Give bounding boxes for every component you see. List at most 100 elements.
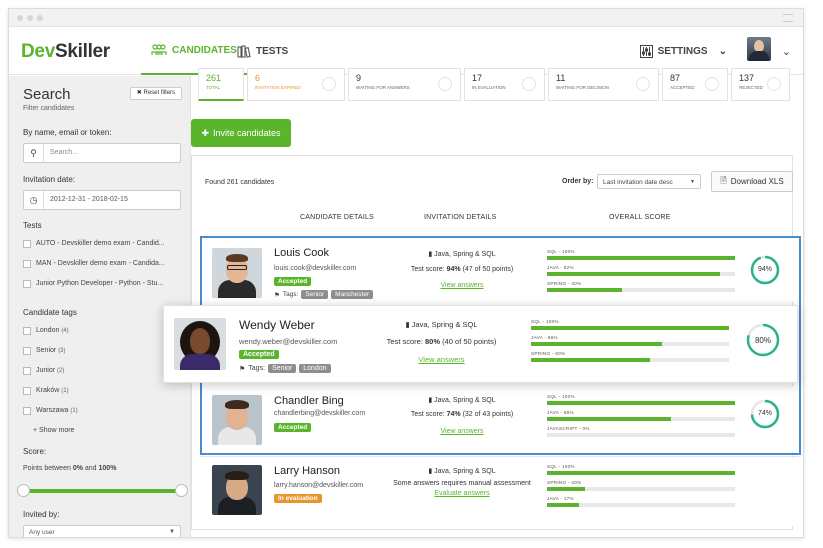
overall-score-text: 80% [754, 336, 771, 345]
col-candidate-details: CANDIDATE DETAILS [300, 214, 374, 221]
tag-checkbox-label: Senior (3) [36, 347, 66, 354]
skill-bar [547, 503, 735, 507]
test-checkbox[interactable] [23, 260, 31, 268]
candidate-tags-label: Candidate tags [23, 308, 77, 317]
status-waiting-for-answers[interactable]: 9 WAITING FOR ANSWERS [348, 68, 461, 101]
evaluation-icon [522, 77, 536, 91]
skill-bar-fill [547, 487, 585, 491]
invited-by-select[interactable]: Any user ▼ [23, 525, 181, 537]
score-slider-min-handle[interactable] [17, 484, 30, 497]
candidate-name[interactable]: Wendy Weber [239, 318, 315, 332]
skill-bar-fill [531, 342, 662, 346]
test-name: ▮ Java, Spring & SQL [428, 468, 496, 475]
skill-label: SPRING - 20% [547, 480, 582, 485]
devskiller-logo[interactable]: DevSkiller [21, 41, 110, 63]
candidate-name[interactable]: Larry Hanson [274, 465, 340, 477]
tag-checkbox[interactable] [23, 347, 31, 355]
search-placeholder: Search... [50, 149, 79, 156]
status-badge: Accepted [239, 350, 279, 359]
tag-checkbox[interactable] [23, 327, 31, 335]
score-slider-track[interactable] [23, 489, 183, 493]
skill-bar [547, 471, 735, 475]
clock-icon: ◷ [24, 191, 44, 209]
tag-checkbox[interactable] [23, 407, 31, 415]
accepted-icon [705, 77, 719, 91]
order-by-select[interactable]: Last invitation date desc ▼ [597, 174, 701, 189]
add-user-icon: ✚ [201, 127, 209, 138]
reset-filters-label: Reset filters [143, 90, 176, 96]
tag-checkbox-label: London (4) [36, 327, 69, 334]
window-menu-icon[interactable] [783, 14, 793, 22]
settings-sliders-icon [639, 45, 653, 58]
status-in-evaluation[interactable]: 17 IN EVALUATION [464, 68, 545, 101]
test-checkbox-label: Junior Python Developer - Python - Stu..… [36, 280, 164, 287]
tests-filter-label: Tests [23, 221, 42, 230]
logo-skiller-text: Skiller [54, 41, 110, 62]
logo-dev-text: Dev [21, 41, 55, 62]
nav-tab-candidates-label: CANDIDATES [172, 44, 237, 56]
status-rejected[interactable]: 137 REJECTED [731, 68, 790, 101]
skill-bar [531, 342, 729, 346]
date-range-input[interactable]: ◷ 2012-12-31 - 2018-02-15 [23, 190, 181, 210]
close-icon: ✖ [136, 90, 144, 96]
candidate-tags: ⚑ Tags: Senior London [239, 364, 331, 373]
tag-checkbox-label: Kraków (1) [36, 387, 69, 394]
col-overall-score: OVERALL SCORE [609, 214, 671, 221]
status-accepted[interactable]: 87 ACCEPTED [662, 68, 728, 101]
decision-icon [636, 77, 650, 91]
window-dot [37, 15, 43, 21]
tag-checkbox-label: Warszawa (1) [36, 407, 78, 414]
candidate-row-popout[interactable]: Wendy Weber wendy.weber@devskiller.com A… [163, 305, 798, 383]
date-filter-label: Invitation date: [23, 175, 76, 184]
invited-by-label: Invited by: [23, 510, 60, 519]
candidate-row[interactable]: Larry Hanson larry.hanson@devskiller.com… [202, 458, 799, 526]
tag-chip[interactable]: London [299, 364, 331, 373]
test-score: Test score: 80% (40 of 50 points) [386, 337, 497, 346]
skill-label: SQL - 100% [547, 464, 575, 469]
user-avatar[interactable] [747, 37, 771, 61]
candidate-photo [174, 318, 226, 370]
test-checkbox[interactable] [23, 280, 31, 288]
status-invitation-expired[interactable]: 6 INVITATION EXPIRED [247, 68, 345, 101]
tag-checkbox[interactable] [23, 387, 31, 395]
dropdown-arrow-icon: ▼ [690, 179, 695, 185]
skill-bars: SQL - 100% SPRING - 20% JAVA - 17% [547, 464, 735, 512]
tag-icon: ⚑ [239, 365, 246, 373]
date-range-value: 2012-12-31 - 2018-02-15 [50, 196, 128, 203]
skill-bar-fill [547, 471, 735, 475]
test-checkbox-label: AUTO - Devskiller demo exam - Candid... [36, 240, 165, 247]
candidates-icon [151, 44, 167, 55]
test-checkbox[interactable] [23, 240, 31, 248]
reset-filters-button[interactable]: ✖ Reset filters [130, 87, 182, 100]
tag-chip[interactable]: Senior [268, 364, 297, 373]
manual-assessment-note: Some answers requires manual assessment [393, 480, 531, 487]
skill-bar-fill [547, 503, 579, 507]
score-range-text: Points between 0% and 100% [23, 465, 117, 472]
tag-checkbox[interactable] [23, 367, 31, 375]
tests-icon [237, 44, 251, 58]
window-dot [27, 15, 33, 21]
rejected-icon [767, 77, 781, 91]
download-xls-button[interactable]: 🗎 Download XLS [711, 171, 793, 192]
show-more-link[interactable]: + Show more [33, 427, 74, 434]
settings-menu[interactable]: SETTINGS ⌄ [639, 45, 727, 58]
test-name: ▮ Java, Spring & SQL [405, 320, 478, 329]
skill-bar-fill [531, 358, 650, 362]
test-checkbox-label: MAN - Devskiller demo exam - Candida... [36, 260, 165, 267]
status-waiting-for-decision[interactable]: 11 WAITING FOR DECISION [548, 68, 659, 101]
status-total[interactable]: 261 TOTAL [198, 68, 244, 101]
window-dot [17, 15, 23, 21]
evaluate-answers-link[interactable]: Evaluate answers [382, 490, 542, 497]
sidebar-subtitle: Filter candidates [23, 105, 75, 112]
skill-bar-fill [531, 326, 729, 330]
skill-bar [531, 326, 729, 330]
search-input[interactable]: ⚲ Search... [23, 143, 181, 163]
chevron-down-icon[interactable]: ⌄ [782, 45, 791, 58]
view-answers-link[interactable]: View answers [369, 355, 514, 364]
invite-candidates-button[interactable]: ✚ Invite candidates [191, 119, 291, 147]
sidebar-title: Search [23, 86, 71, 103]
skill-label: JAVA - 66% [531, 335, 558, 340]
candidate-email: wendy.weber@devskiller.com [239, 337, 338, 346]
score-filter-label: Score: [23, 447, 47, 456]
score-slider-max-handle[interactable] [175, 484, 188, 497]
